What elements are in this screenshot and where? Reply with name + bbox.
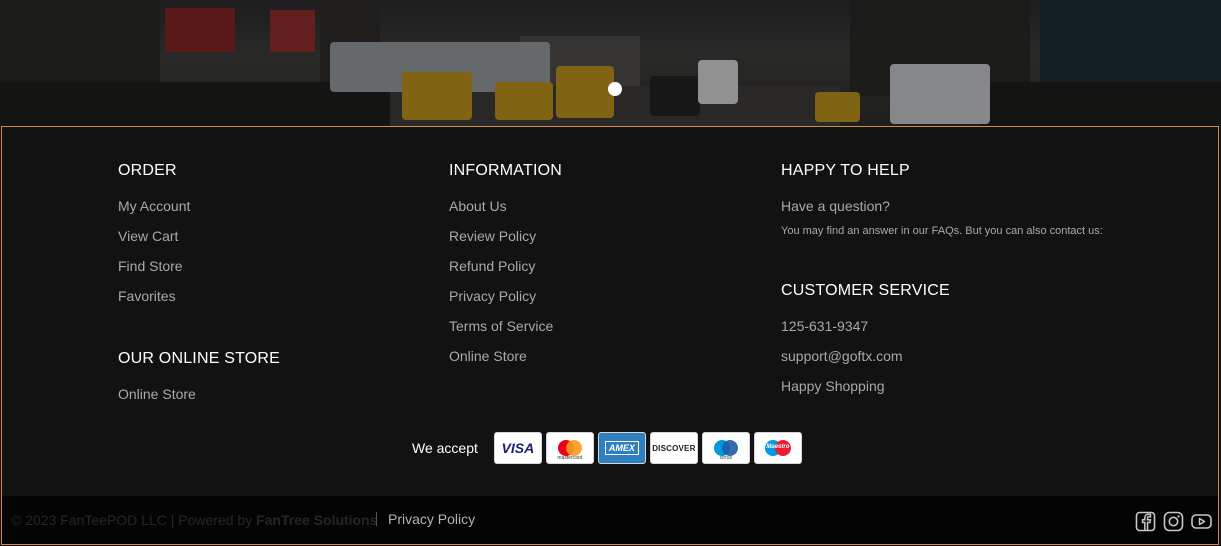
view-cart-link[interactable]: View Cart — [118, 221, 280, 251]
mastercard-text: mastercard — [557, 455, 583, 461]
we-accept-label: We accept — [412, 440, 478, 456]
bottom-privacy-policy-link[interactable]: Privacy Policy — [388, 511, 475, 527]
footer-bottom-bar: © 2023 FanTeePOD LLC | Powered by FanTre… — [2, 496, 1218, 544]
footer-column-help: HAPPY TO HELP Have a question? You may f… — [781, 161, 1103, 401]
youtube-icon[interactable] — [1191, 511, 1212, 532]
customer-service-heading: CUSTOMER SERVICE — [781, 282, 950, 299]
social-links — [1135, 511, 1212, 532]
footer-column-information: INFORMATION About Us Review Policy Refun… — [449, 161, 562, 371]
cirrus-card-icon: cirrus — [701, 432, 750, 464]
review-policy-link[interactable]: Review Policy — [449, 221, 562, 251]
help-heading: HAPPY TO HELP — [781, 162, 910, 179]
phone-link[interactable]: 125-631-9347 — [781, 311, 1103, 341]
help-question: Have a question? — [781, 198, 890, 214]
slider-dot[interactable] — [608, 82, 622, 96]
find-store-link[interactable]: Find Store — [118, 251, 280, 281]
amex-text: AMEX — [604, 441, 639, 455]
refund-policy-link[interactable]: Refund Policy — [449, 251, 562, 281]
copyright-text: © 2023 FanTeePOD LLC | Powered by FanTre… — [11, 512, 378, 528]
facebook-icon[interactable] — [1135, 511, 1156, 532]
instagram-icon[interactable] — [1163, 511, 1184, 532]
discover-text: DISCOVER — [652, 443, 696, 453]
footer-column-order: ORDER My Account View Cart Find Store Fa… — [118, 161, 280, 409]
my-account-link[interactable]: My Account — [118, 191, 280, 221]
information-heading: INFORMATION — [449, 162, 563, 179]
payment-methods: We accept VISA mastercard AMEX DISCOVER … — [412, 431, 806, 465]
privacy-policy-link[interactable]: Privacy Policy — [449, 281, 562, 311]
maestro-text: Maestro — [766, 444, 790, 450]
visa-text: VISA — [501, 440, 535, 456]
order-heading: ORDER — [118, 162, 177, 179]
online-store-heading: OUR ONLINE STORE — [118, 350, 281, 367]
mastercard-card-icon: mastercard — [545, 432, 594, 464]
online-store-link[interactable]: Online Store — [118, 379, 280, 409]
maestro-card-icon: Maestro — [753, 432, 802, 464]
email-link[interactable]: support@goftx.com — [781, 341, 1103, 371]
happy-shopping-text: Happy Shopping — [781, 378, 885, 394]
discover-card-icon: DISCOVER — [649, 432, 698, 464]
hero-banner-image — [0, 0, 1221, 126]
visa-card-icon: VISA — [493, 432, 542, 464]
favorites-link[interactable]: Favorites — [118, 281, 280, 311]
amex-card-icon: AMEX — [597, 432, 646, 464]
about-us-link[interactable]: About Us — [449, 191, 562, 221]
cirrus-text: cirrus — [719, 455, 732, 461]
divider — [376, 512, 377, 526]
site-footer: ORDER My Account View Cart Find Store Fa… — [1, 126, 1219, 545]
terms-of-service-link[interactable]: Terms of Service — [449, 311, 562, 341]
help-note: You may find an answer in our FAQs. But … — [781, 225, 1103, 237]
powered-by-link[interactable]: FanTree Solutions — [256, 512, 377, 528]
online-store-info-link[interactable]: Online Store — [449, 341, 562, 371]
